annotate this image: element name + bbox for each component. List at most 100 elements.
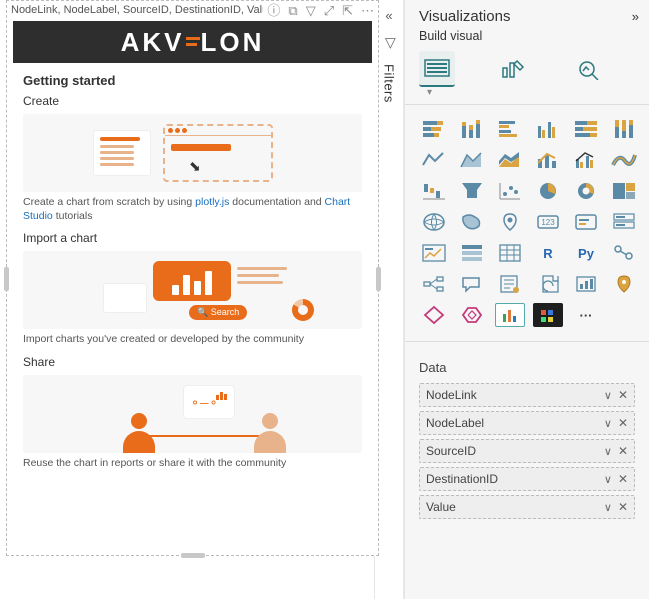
remove-field-icon[interactable]: ✕: [618, 472, 628, 486]
remove-field-icon[interactable]: ✕: [618, 388, 628, 402]
build-visual-tab-analytics[interactable]: [571, 51, 607, 87]
field-name: SourceID: [426, 444, 604, 458]
stacked-column-chart-icon[interactable]: [457, 117, 487, 141]
arcgis-map-icon[interactable]: [571, 272, 601, 296]
custom-visual-2-icon[interactable]: [533, 303, 563, 327]
map-icon[interactable]: [419, 210, 449, 234]
python-visual-icon[interactable]: Py: [571, 241, 601, 265]
filters-pane-collapsed: « ◁ Filters: [375, 0, 404, 599]
table-icon[interactable]: [495, 241, 525, 265]
resize-handle-bottom[interactable]: [181, 553, 205, 558]
field-row[interactable]: NodeLink ∨ ✕: [419, 383, 635, 407]
power-apps-icon[interactable]: [609, 272, 639, 296]
remove-field-icon[interactable]: ✕: [618, 500, 628, 514]
filled-map-icon[interactable]: [457, 210, 487, 234]
field-name: NodeLink: [426, 388, 604, 402]
field-menu-icon[interactable]: ∨: [604, 473, 612, 486]
create-section-label: Create: [23, 94, 362, 108]
build-visual-tab-format[interactable]: [495, 51, 531, 87]
multi-row-card-icon[interactable]: [609, 210, 639, 234]
treemap-icon[interactable]: [609, 179, 639, 203]
area-chart-icon[interactable]: [457, 148, 487, 172]
visualizations-title: Visualizations: [419, 8, 510, 25]
share-illustration[interactable]: ⚬─⚬: [23, 375, 362, 453]
field-menu-icon[interactable]: ∨: [604, 389, 612, 402]
power-automate-icon[interactable]: [419, 303, 449, 327]
clustered-column-chart-icon[interactable]: [533, 117, 563, 141]
focus-mode-icon[interactable]: ⤢: [324, 4, 334, 17]
import-description: Import charts you've created or develope…: [23, 333, 362, 347]
filters-label[interactable]: Filters: [382, 64, 397, 103]
gauge-icon[interactable]: 123: [533, 210, 563, 234]
custom-visual-1-icon[interactable]: [495, 303, 525, 327]
hundred-stacked-bar-icon[interactable]: [571, 117, 601, 141]
share-icon: ⚬─⚬: [190, 396, 219, 410]
akvelon-banner: AKVLON: [13, 21, 372, 63]
donut-chart-icon[interactable]: [571, 179, 601, 203]
field-menu-icon[interactable]: ∨: [604, 501, 612, 514]
akvelon-logo: AKVLON: [121, 27, 265, 58]
field-well: NodeLink ∨ ✕ NodeLabel ∨ ✕ SourceID ∨ ✕ …: [419, 383, 635, 519]
field-row[interactable]: SourceID ∨ ✕: [419, 439, 635, 463]
field-row[interactable]: DestinationID ∨ ✕: [419, 467, 635, 491]
data-section-label: Data: [419, 360, 635, 375]
key-influencers-icon[interactable]: [609, 241, 639, 265]
field-name: Value: [426, 500, 604, 514]
more-options-icon[interactable]: ⋯: [361, 4, 374, 17]
scatter-chart-icon[interactable]: [495, 179, 525, 203]
build-visual-tab-fields[interactable]: [419, 51, 455, 87]
collapse-visualizations-icon[interactable]: »: [632, 9, 639, 24]
import-illustration[interactable]: 🔍 Search: [23, 251, 362, 329]
azure-map-icon[interactable]: [495, 210, 525, 234]
stacked-bar-chart-icon[interactable]: [419, 117, 449, 141]
create-description: Create a chart from scratch by using plo…: [23, 196, 362, 223]
field-menu-icon[interactable]: ∨: [604, 417, 612, 430]
matrix-icon[interactable]: R: [533, 241, 563, 265]
svg-text:123: 123: [541, 218, 555, 227]
get-more-visuals-icon[interactable]: ···: [571, 303, 601, 327]
line-stacked-column-icon[interactable]: [533, 148, 563, 172]
resize-handle-left[interactable]: [4, 267, 9, 291]
plotlyjs-link[interactable]: plotly.js: [195, 196, 229, 208]
share-section-label: Share: [23, 355, 362, 369]
kpi-icon[interactable]: [419, 241, 449, 265]
decomposition-tree-icon[interactable]: [419, 272, 449, 296]
remove-field-icon[interactable]: ✕: [618, 444, 628, 458]
funnel-chart-icon[interactable]: [457, 179, 487, 203]
slicer-icon[interactable]: [457, 241, 487, 265]
pin-icon[interactable]: ⇱: [342, 4, 353, 17]
field-name: DestinationID: [426, 472, 604, 486]
smart-narrative-icon[interactable]: [495, 272, 525, 296]
field-row[interactable]: NodeLabel ∨ ✕: [419, 411, 635, 435]
resize-handle-right[interactable]: [376, 267, 381, 291]
qa-visual-icon[interactable]: [457, 272, 487, 296]
clustered-bar-chart-icon[interactable]: [495, 117, 525, 141]
build-visual-label: Build visual: [405, 29, 649, 49]
app-source-icon[interactable]: [457, 303, 487, 327]
copy-icon[interactable]: ⧉: [288, 4, 297, 17]
paginated-report-icon[interactable]: [533, 272, 563, 296]
field-menu-icon[interactable]: ∨: [604, 445, 612, 458]
search-pill: 🔍 Search: [189, 305, 247, 320]
cursor-icon: ⬊: [189, 158, 201, 175]
card-icon[interactable]: [571, 210, 601, 234]
field-name: NodeLabel: [426, 416, 604, 430]
create-illustration[interactable]: ⬊: [23, 114, 362, 192]
line-chart-icon[interactable]: [419, 148, 449, 172]
pie-chart-icon[interactable]: [533, 179, 563, 203]
filter-pane-icon[interactable]: ◁: [381, 38, 398, 49]
line-clustered-column-icon[interactable]: [571, 148, 601, 172]
stacked-area-chart-icon[interactable]: [495, 148, 525, 172]
ribbon-chart-icon[interactable]: [609, 148, 639, 172]
hundred-stacked-column-icon[interactable]: [609, 117, 639, 141]
visual-header-title: NodeLink, NodeLabel, SourceID, Destinati…: [11, 4, 263, 16]
active-tab-indicator-icon: ▾: [427, 87, 432, 98]
filter-icon[interactable]: ▽: [306, 4, 316, 17]
waterfall-chart-icon[interactable]: [419, 179, 449, 203]
info-icon[interactable]: ⓘ: [267, 4, 280, 17]
field-row[interactable]: Value ∨ ✕: [419, 495, 635, 519]
expand-filters-icon[interactable]: «: [385, 8, 392, 23]
remove-field-icon[interactable]: ✕: [618, 416, 628, 430]
custom-visual-container[interactable]: NodeLink, NodeLabel, SourceID, Destinati…: [6, 0, 379, 556]
visualizations-pane: Visualizations » Build visual ▾: [404, 0, 649, 599]
